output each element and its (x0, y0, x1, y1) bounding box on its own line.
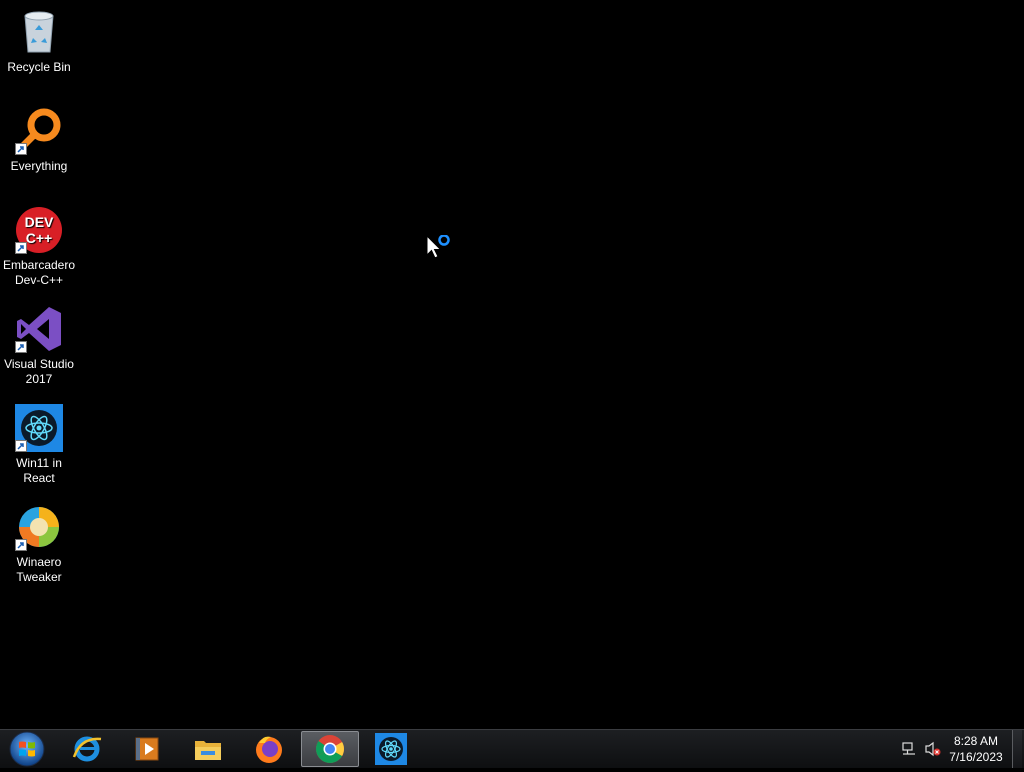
winaero-tweaker-icon (15, 503, 63, 551)
react-atom-icon (375, 733, 407, 765)
internet-explorer-icon (72, 736, 102, 762)
desktop-icon-recycle-bin[interactable]: Recycle Bin (0, 8, 78, 75)
desktop-icon-winaero-tweaker[interactable]: Winaero Tweaker (0, 503, 78, 585)
shortcut-arrow-icon (15, 539, 27, 551)
shortcut-arrow-icon (15, 242, 27, 254)
firefox-icon (256, 736, 282, 763)
busy-cursor-icon (426, 234, 456, 265)
svg-text:DEV: DEV (25, 214, 54, 230)
show-desktop-button[interactable] (1012, 730, 1022, 768)
windows-start-orb-icon (9, 731, 45, 767)
desktop-icon-label: Visual Studio 2017 (4, 357, 74, 386)
visual-studio-icon (15, 305, 63, 353)
chrome-icon (316, 735, 344, 763)
desktop-icon-label: Win11 in React (16, 456, 62, 485)
taskbar-win11-react[interactable] (362, 731, 420, 767)
desktop-icon-everything[interactable]: Everything (0, 107, 78, 174)
clock-date: 7/16/2023 (949, 750, 1003, 764)
desktop[interactable]: Recycle Bin Everything DEV C++ Embarcade… (0, 0, 1024, 729)
everything-search-icon (15, 107, 63, 155)
desktop-icon-label: Winaero Tweaker (16, 555, 62, 584)
system-clock[interactable]: 8:28 AM 7/16/2023 (946, 733, 1006, 765)
dev-cpp-icon: DEV C++ (15, 206, 63, 254)
media-player-icon (135, 737, 159, 761)
network-icon[interactable] (901, 741, 917, 757)
recycle-bin-icon (15, 8, 63, 56)
taskbar-chrome[interactable] (301, 731, 359, 767)
taskbar: 8:28 AM 7/16/2023 (0, 729, 1024, 768)
shortcut-arrow-icon (15, 143, 27, 155)
volume-muted-icon[interactable] (924, 741, 941, 757)
shortcut-arrow-icon (15, 341, 27, 353)
start-button[interactable] (7, 731, 47, 767)
desktop-icon-label: Everything (10, 159, 68, 173)
desktop-icon-label: Recycle Bin (7, 60, 71, 74)
file-explorer-icon (195, 741, 221, 760)
taskbar-firefox[interactable] (240, 731, 298, 767)
svg-text:C++: C++ (26, 230, 52, 246)
taskbar-media-player[interactable] (118, 731, 176, 767)
desktop-icon-dev-cpp[interactable]: DEV C++ Embarcadero Dev-C++ (0, 206, 78, 288)
desktop-icon-label: Embarcadero Dev-C++ (2, 258, 76, 287)
desktop-icon-visual-studio[interactable]: Visual Studio 2017 (0, 305, 78, 387)
desktop-icon-win11-react[interactable]: Win11 in React (0, 404, 78, 486)
react-atom-icon (15, 404, 63, 452)
taskbar-internet-explorer[interactable] (58, 731, 116, 767)
shortcut-arrow-icon (15, 440, 27, 452)
clock-time: 8:28 AM (953, 734, 999, 748)
taskbar-file-explorer[interactable] (179, 731, 237, 767)
